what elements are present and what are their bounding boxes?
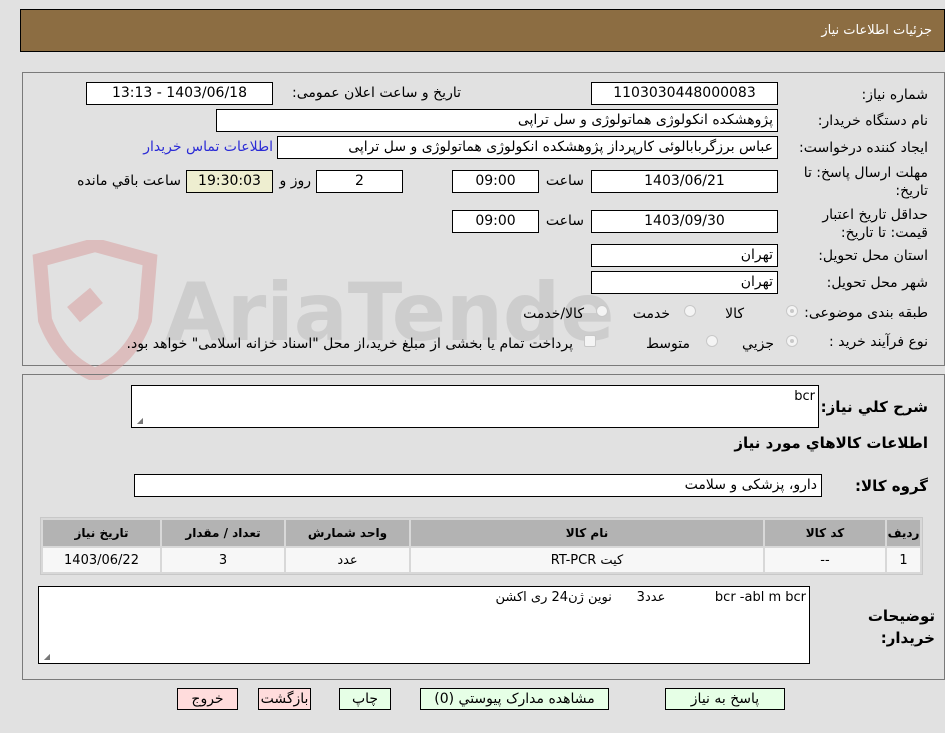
buyer-org-label: نام دستگاه خریدار:: [817, 113, 928, 129]
time-remaining-field: 19:30:03: [186, 170, 273, 193]
cell-row-number: 1: [887, 548, 920, 572]
creator-label: ایجاد کننده درخواست:: [799, 140, 928, 156]
treasury-checkbox[interactable]: [584, 335, 596, 347]
buyer-notes-label: توضیحات خریدار:: [867, 607, 935, 647]
page-header: جزئیات اطلاعات نیاز: [20, 9, 945, 52]
price-validity-time-label: ساعت: [545, 213, 584, 229]
description-value: bcr: [794, 389, 815, 404]
col-unit: واحد شمارش: [286, 520, 409, 546]
resize-grip-icon[interactable]: ◢: [135, 417, 143, 425]
city-label: شهر محل تحویل:: [826, 275, 928, 291]
days-remaining-field: 2: [316, 170, 403, 193]
announce-datetime-field: 1403/06/18 - 13:13: [86, 82, 273, 105]
need-number-field: 1103030448000083: [591, 82, 778, 105]
process-option-minor: جزيي: [742, 336, 774, 352]
description-textarea[interactable]: bcr ◢: [131, 385, 819, 428]
category-radio-service[interactable]: [684, 305, 696, 317]
back-button[interactable]: بازگشت: [258, 688, 311, 710]
days-and-label: روز و: [279, 173, 312, 189]
price-validity-time-field: 09:00: [452, 210, 539, 233]
col-item-name: نام کالا: [411, 520, 763, 546]
col-row-number: رديف: [887, 520, 920, 546]
process-radio-medium[interactable]: [706, 335, 718, 347]
buyer-notes-textarea[interactable]: bcr -abl m bcr عدد3 نوین ژن24 ری اکشن ◢: [38, 586, 810, 664]
price-validity-date-field: 1403/09/30: [591, 210, 778, 233]
province-field: تهران: [591, 244, 778, 267]
description-label: شرح کلي نياز:: [820, 398, 928, 416]
category-option-service: خدمت: [632, 306, 670, 322]
cell-item-name: کیت RT-PCR: [411, 548, 763, 572]
col-quantity: تعداد / مقدار: [162, 520, 284, 546]
deadline-time-field: 09:00: [452, 170, 539, 193]
treasury-note: پرداخت تمام یا بخشی از مبلغ خرید،از محل …: [126, 336, 573, 352]
deadline-label: مهلت ارسال پاسخ: تا تاریخ:: [803, 165, 928, 199]
process-option-medium: متوسط: [646, 336, 690, 352]
category-radio-goods-service[interactable]: [596, 305, 608, 317]
exit-button[interactable]: خروج: [177, 688, 238, 710]
print-button[interactable]: چاپ: [339, 688, 391, 710]
time-remaining-label: ساعت باقي مانده: [77, 173, 181, 189]
cell-need-date: 1403/06/22: [43, 548, 160, 572]
resize-grip-icon[interactable]: ◢: [42, 653, 50, 661]
deadline-time-label: ساعت: [545, 173, 584, 189]
need-number-label: شماره نیاز:: [861, 87, 929, 103]
reply-button[interactable]: پاسخ به نیاز: [665, 688, 785, 710]
table-header-row: رديف کد کالا نام کالا واحد شمارش تعداد /…: [43, 520, 920, 546]
city-field: تهران: [591, 271, 778, 294]
items-table: رديف کد کالا نام کالا واحد شمارش تعداد /…: [40, 517, 923, 575]
deadline-date-field: 1403/06/21: [591, 170, 778, 193]
buyer-notes-value: bcr -abl m bcr عدد3 نوین ژن24 ری اکشن: [495, 590, 807, 605]
cell-item-code: --: [765, 548, 885, 572]
category-label: طبقه بندی موضوعی:: [804, 305, 928, 321]
attachments-button[interactable]: مشاهده مدارک پیوستي (0): [420, 688, 609, 710]
goods-group-field: دارو، پزشکی و سلامت: [134, 474, 822, 497]
page-title: جزئیات اطلاعات نیاز: [821, 23, 932, 38]
category-option-goods: کالا: [725, 306, 744, 322]
province-label: استان محل تحویل:: [818, 248, 928, 264]
category-option-goods-service: کالا/خدمت: [523, 306, 584, 322]
buyer-org-field: پژوهشکده انکولوژی هماتولوژی و سل تراپی: [216, 109, 778, 132]
goods-group-label: گروه کالا:: [855, 477, 928, 495]
process-radio-minor[interactable]: [786, 335, 798, 347]
process-label: نوع فرآیند خرید :: [829, 334, 928, 350]
cell-unit: عدد: [286, 548, 409, 572]
cell-quantity: 3: [162, 548, 284, 572]
creator-field: عباس برزگربابالوئی کارپرداز پژوهشکده انک…: [277, 136, 778, 159]
announce-label: تاریخ و ساعت اعلان عمومی:: [292, 85, 461, 101]
price-validity-label: حداقل تاريخ اعتبار قیمت: تا تاریخ:: [822, 207, 928, 241]
buyer-contact-link[interactable]: اطلاعات تماس خریدار: [143, 139, 273, 155]
col-item-code: کد کالا: [765, 520, 885, 546]
category-radio-goods[interactable]: [786, 305, 798, 317]
col-need-date: تاریخ نیاز: [43, 520, 160, 546]
goods-info-title: اطلاعات کالاهاي مورد نياز: [734, 434, 928, 452]
table-row: 1 -- کیت RT-PCR عدد 3 1403/06/22: [43, 548, 920, 572]
